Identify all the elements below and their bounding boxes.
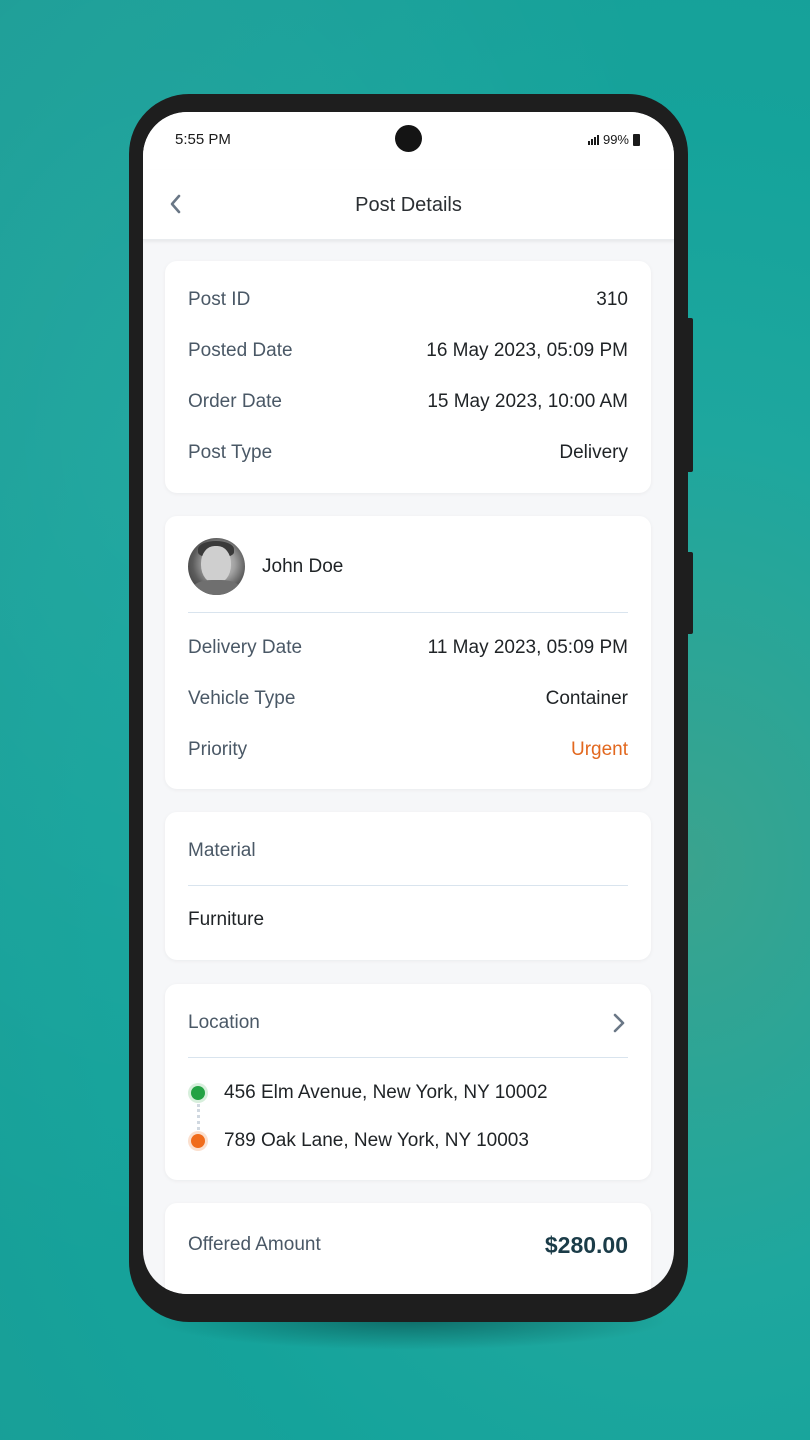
order-date-row: Order Date 15 May 2023, 10:00 AM (188, 390, 628, 414)
app-bar: Post Details (143, 170, 674, 240)
power-button (686, 552, 693, 634)
post-type-value: Delivery (559, 442, 628, 463)
delivery-date-label: Delivery Date (188, 637, 303, 658)
phone-screen: 5:55 PM 99% Post Details Post ID 310 Pos… (143, 112, 674, 1294)
material-title: Material (188, 840, 256, 861)
posted-date-row: Posted Date 16 May 2023, 05:09 PM (188, 339, 628, 363)
vehicle-type-label: Vehicle Type (188, 688, 296, 709)
chevron-right-icon[interactable] (609, 1012, 629, 1034)
pickup-address: 456 Elm Avenue, New York, NY 10002 (224, 1082, 548, 1103)
location-title-row: Location (188, 1011, 628, 1035)
post-id-label: Post ID (188, 289, 251, 310)
vehicle-type-row: Vehicle Type Container (188, 687, 628, 711)
divider (188, 885, 628, 886)
material-title-row: Material (188, 839, 628, 863)
location-title: Location (188, 1012, 260, 1033)
post-type-row: Post Type Delivery (188, 441, 628, 465)
vehicle-type-value: Container (545, 688, 628, 709)
posted-date-label: Posted Date (188, 340, 293, 361)
delivery-info-card: John Doe Delivery Date 11 May 2023, 05:0… (165, 516, 651, 789)
material-value-row: Furniture (188, 908, 628, 932)
material-card: Material Furniture (165, 812, 651, 960)
route-line (197, 1104, 200, 1130)
dropoff-dot-icon (191, 1134, 205, 1148)
user-name: John Doe (262, 556, 344, 577)
divider (188, 612, 628, 613)
post-id-row: Post ID 310 (188, 288, 628, 312)
front-camera (395, 125, 422, 152)
offer-card: Offered Amount $280.00 (165, 1203, 651, 1294)
status-time: 5:55 PM (175, 131, 231, 148)
divider (188, 1057, 628, 1058)
priority-label: Priority (188, 739, 248, 760)
posted-date-value: 16 May 2023, 05:09 PM (426, 340, 628, 361)
offer-row: Offered Amount $280.00 (188, 1230, 628, 1260)
post-id-value: 310 (596, 289, 628, 310)
post-type-label: Post Type (188, 442, 273, 463)
pickup-dot-icon (191, 1086, 205, 1100)
priority-row: Priority Urgent (188, 738, 628, 762)
post-info-card: Post ID 310 Posted Date 16 May 2023, 05:… (165, 261, 651, 493)
battery-icon (633, 133, 640, 146)
offer-label: Offered Amount (188, 1234, 321, 1255)
battery-percent: 99% (602, 132, 629, 147)
priority-value: Urgent (570, 739, 628, 760)
avatar (188, 538, 245, 595)
delivery-date-row: Delivery Date 11 May 2023, 05:09 PM (188, 636, 628, 660)
material-value: Furniture (188, 909, 265, 930)
order-date-label: Order Date (188, 391, 282, 412)
location-card[interactable]: Location 456 Elm Avenue, New York, NY 10… (165, 984, 651, 1180)
volume-button (686, 318, 693, 472)
status-indicators: 99% (587, 132, 640, 147)
delivery-date-value: 11 May 2023, 05:09 PM (427, 637, 628, 658)
page-title: Post Details (355, 194, 462, 216)
status-bar: 5:55 PM 99% (143, 112, 674, 170)
signal-icon (587, 134, 599, 145)
order-date-value: 15 May 2023, 10:00 AM (427, 391, 628, 412)
offer-amount: $280.00 (544, 1231, 628, 1258)
dropoff-address: 789 Oak Lane, New York, NY 10003 (224, 1130, 529, 1151)
